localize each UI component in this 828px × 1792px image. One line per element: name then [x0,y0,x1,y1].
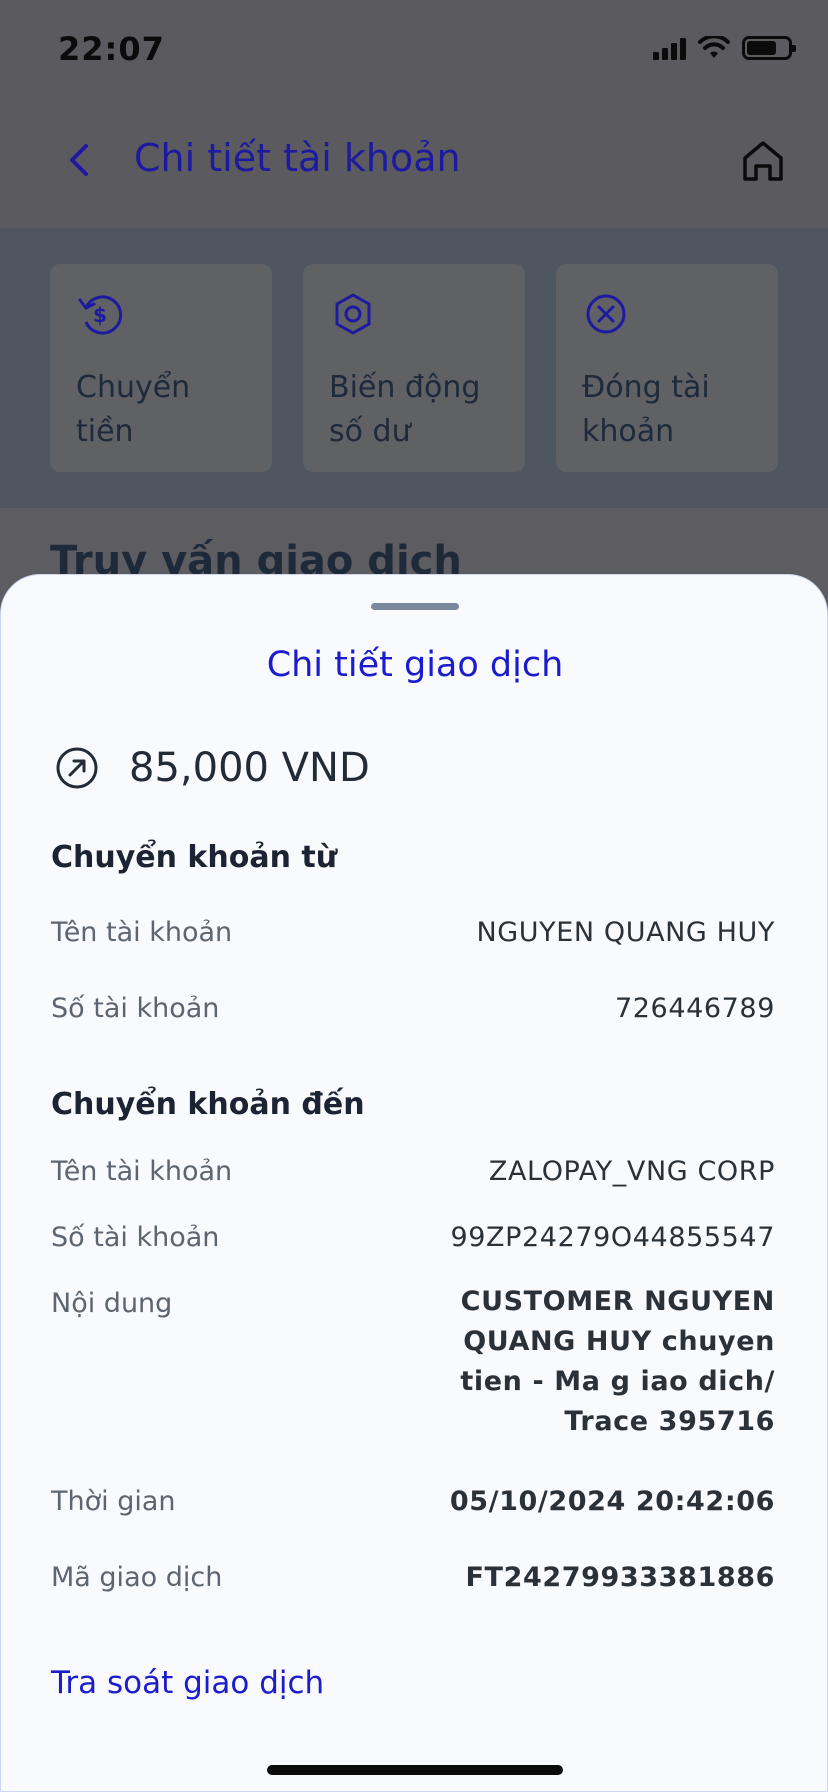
trace-transaction-link[interactable]: Tra soát giao dịch [51,1665,324,1701]
transaction-detail-sheet: Chi tiết giao dịch 85,000 VND Chuyển kho… [0,574,828,1792]
action-label: Đóng tài khoản [582,370,710,449]
from-section-heading: Chuyển khoản từ [51,840,338,875]
status-icons [653,36,796,60]
amount-row: 85,000 VND [55,745,370,791]
action-label: Biến động số dư [329,370,481,449]
transaction-id-label: Mã giao dịch [51,1562,223,1593]
outgoing-arrow-icon [56,747,98,789]
from-account-name: NGUYEN QUANG HUY [476,917,775,948]
page-title: Chi tiết tài khoản [134,136,461,180]
close-account-icon [586,294,626,334]
balance-change-icon [335,293,371,335]
time-label: Thời gian [51,1486,176,1517]
transfer-content: CUSTOMER NGUYEN QUANG HUY chuyen tien - … [460,1286,775,1437]
action-label: Chuyển tiền [76,370,191,449]
status-time: 22:07 [58,30,165,68]
content-label: Nội dung [51,1288,173,1319]
status-bar: 22:07 [0,0,828,100]
to-account-name-label: Tên tài khoản [51,1156,233,1187]
navigation-bar: Chi tiết tài khoản [0,100,828,228]
cellular-signal-icon [653,36,686,60]
to-section-heading: Chuyển khoản đến [51,1087,365,1122]
home-icon[interactable] [738,136,788,186]
transaction-amount: 85,000 VND [129,745,370,791]
battery-icon [742,36,796,60]
wifi-icon [698,36,730,58]
action-close-account-button[interactable]: Đóng tài khoản [556,264,778,472]
action-transfer-button[interactable]: $ Chuyển tiền [50,264,272,472]
from-account-name-label: Tên tài khoản [51,917,233,948]
from-account-number-label: Số tài khoản [51,993,220,1024]
transaction-id: FT24279933381886 [465,1562,775,1593]
to-account-name: ZALOPAY_VNG CORP [488,1156,775,1187]
back-arrow-icon[interactable] [58,138,102,182]
from-account-number: 726446789 [614,993,775,1024]
to-account-number-label: Số tài khoản [51,1222,220,1253]
sheet-title: Chi tiết giao dịch [266,645,564,685]
quick-actions: $ Chuyển tiền Biến động số dư Đóng tài k… [0,228,828,508]
action-balance-button[interactable]: Biến động số dư [303,264,525,472]
svg-text:$: $ [93,303,107,327]
to-account-number: 99ZP24279O44855547 [450,1222,775,1253]
home-indicator[interactable] [267,1765,563,1775]
money-transfer-icon: $ [78,295,123,335]
sheet-drag-handle[interactable] [371,603,459,610]
transaction-time: 05/10/2024 20:42:06 [449,1486,775,1517]
